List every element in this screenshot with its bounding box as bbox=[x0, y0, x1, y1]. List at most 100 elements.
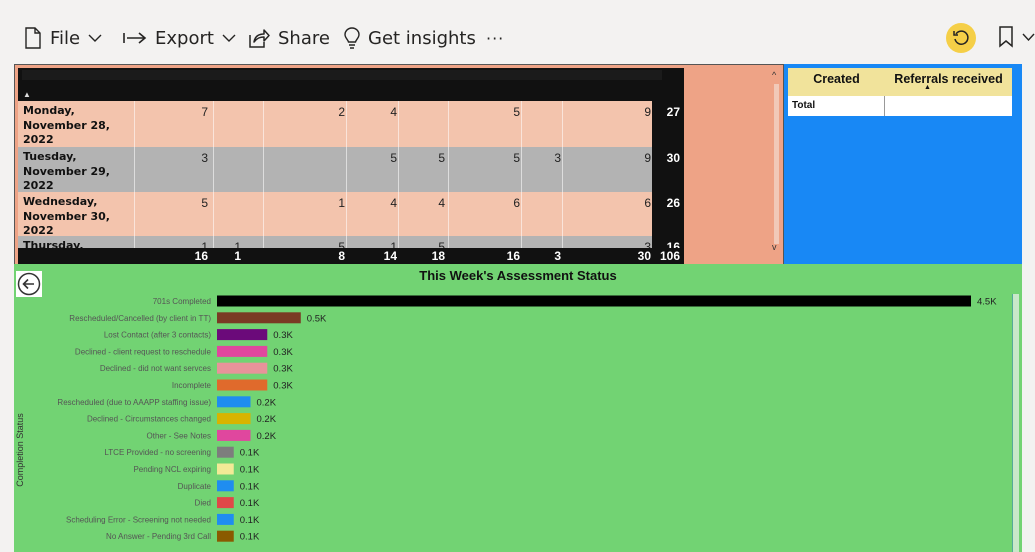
bar[interactable] bbox=[217, 513, 234, 525]
row-date: Tuesday, November 29, 2022 bbox=[23, 150, 135, 194]
bar[interactable] bbox=[217, 463, 234, 475]
scroll-track[interactable] bbox=[774, 84, 779, 244]
data-label: 0.1K bbox=[240, 532, 260, 543]
assessment-matrix[interactable]: ▲ Monday, November 28, 2022 7 2 4 5 9 27 Tuesday,… bbox=[18, 68, 684, 264]
column-total: 14 bbox=[383, 249, 397, 263]
sort-ascending-icon[interactable]: ▲ bbox=[23, 90, 31, 99]
matrix-cell: 9 bbox=[644, 151, 651, 165]
assessment-status-bar-chart[interactable]: 701s Completed 4.5K Rescheduled/Cancelled … bbox=[14, 290, 1014, 552]
get-insights-button[interactable]: Get insights bbox=[344, 22, 476, 54]
data-label: 0.1K bbox=[240, 465, 260, 476]
bar[interactable] bbox=[217, 413, 251, 425]
column-total: 8 bbox=[338, 249, 345, 263]
bar[interactable] bbox=[217, 379, 268, 391]
data-label: 0.3K bbox=[273, 347, 293, 358]
category-label: Rescheduled/Cancelled (by client in TT) bbox=[69, 314, 211, 323]
bar[interactable] bbox=[217, 329, 268, 341]
bar[interactable] bbox=[217, 429, 251, 441]
category-label: Other - See Notes bbox=[147, 431, 211, 440]
matrix-cell: 5 bbox=[438, 151, 445, 165]
matrix-cell: 9 bbox=[644, 105, 651, 119]
more-options-button[interactable]: ··· bbox=[486, 22, 504, 54]
category-label: No Answer - Pending 3rd Call bbox=[106, 532, 211, 541]
total-value bbox=[885, 96, 1012, 116]
matrix-cell: 3 bbox=[554, 151, 561, 165]
column-created[interactable]: Created bbox=[788, 68, 885, 96]
chart-title: This Week's Assessment Status bbox=[419, 268, 617, 283]
matrix-row[interactable]: Tuesday, November 29, 2022 3 5 5 5 3 9 30 bbox=[18, 147, 684, 192]
matrix-cell: 4 bbox=[390, 196, 397, 210]
data-label: 0.2K bbox=[257, 397, 277, 408]
share-button[interactable]: Share bbox=[248, 22, 330, 54]
column-total: 3 bbox=[554, 249, 561, 263]
bar[interactable] bbox=[217, 396, 251, 408]
category-label: Declined - did not want servces bbox=[100, 364, 211, 373]
chevron-down-icon bbox=[88, 34, 102, 42]
column-total: 18 bbox=[431, 249, 445, 263]
bar[interactable] bbox=[217, 295, 971, 307]
column-divider bbox=[213, 101, 214, 264]
chevron-down-icon[interactable] bbox=[1022, 33, 1035, 41]
row-date-line: November 30, bbox=[23, 209, 110, 223]
row-date-line: Monday, bbox=[23, 104, 75, 117]
chevron-down-icon bbox=[222, 34, 236, 42]
data-label: 0.1K bbox=[240, 448, 260, 459]
matrix-row[interactable]: Wednesday, November 30, 2022 5 1 4 4 6 6 26 bbox=[18, 192, 684, 239]
data-label: 0.3K bbox=[273, 381, 293, 392]
bar[interactable] bbox=[217, 362, 268, 374]
bar[interactable] bbox=[217, 446, 234, 458]
total-label: Total bbox=[788, 96, 885, 116]
category-label: Pending NCL expiring bbox=[133, 465, 211, 474]
export-menu[interactable]: Export bbox=[123, 22, 236, 54]
matrix-cell: 5 bbox=[513, 105, 520, 119]
matrix-cell: 6 bbox=[644, 196, 651, 210]
canvas-margin-right bbox=[1022, 62, 1035, 552]
bookmark-icon[interactable] bbox=[998, 26, 1014, 48]
column-divider bbox=[521, 101, 522, 264]
category-label: Incomplete bbox=[172, 381, 212, 390]
column-total: 16 bbox=[194, 249, 208, 263]
share-icon bbox=[249, 29, 270, 48]
column-referrals-received[interactable]: Referrals received ▲ bbox=[885, 68, 1012, 96]
report-toolbar: File Export Share Get insights ··· bbox=[0, 0, 1035, 62]
matrix-scrollbar[interactable]: ^ v bbox=[772, 70, 781, 256]
bar[interactable] bbox=[217, 497, 234, 509]
data-label: 0.1K bbox=[240, 498, 260, 509]
document-icon bbox=[25, 27, 41, 49]
category-label: Scheduling Error - Screening not needed bbox=[66, 515, 211, 524]
bar[interactable] bbox=[217, 312, 301, 324]
share-label: Share bbox=[278, 27, 330, 49]
grand-total: 106 bbox=[659, 249, 680, 263]
bar[interactable] bbox=[217, 480, 234, 492]
category-label: Declined - Circumstances changed bbox=[87, 415, 211, 424]
category-label: Declined - client request to reschedule bbox=[75, 347, 212, 356]
scroll-up-icon[interactable]: ^ bbox=[772, 70, 776, 80]
matrix-cell: 1 bbox=[338, 196, 345, 210]
row-total: 30 bbox=[652, 147, 684, 192]
row-date-line: Tuesday, bbox=[23, 150, 77, 163]
matrix-cell: 3 bbox=[201, 151, 208, 165]
table-total-row: Total bbox=[788, 96, 1012, 116]
column-divider bbox=[448, 101, 449, 264]
matrix-cell: 2 bbox=[338, 105, 345, 119]
matrix-cell: 4 bbox=[438, 196, 445, 210]
reset-button[interactable] bbox=[946, 23, 976, 53]
column-divider bbox=[346, 101, 347, 264]
row-date: Wednesday, November 30, 2022 bbox=[23, 195, 135, 239]
column-divider bbox=[134, 101, 135, 264]
category-label: Rescheduled (due to AAAPP staffing issue… bbox=[57, 398, 211, 407]
lightbulb-icon bbox=[344, 27, 360, 49]
matrix-header[interactable]: ▲ bbox=[18, 68, 684, 101]
matrix-row[interactable]: Monday, November 28, 2022 7 2 4 5 9 27 bbox=[18, 101, 684, 147]
file-menu[interactable]: File bbox=[24, 22, 102, 54]
matrix-cell: 5 bbox=[390, 151, 397, 165]
bar[interactable] bbox=[217, 345, 268, 357]
data-label: 0.2K bbox=[257, 431, 277, 442]
bar[interactable] bbox=[217, 530, 234, 542]
canvas-margin bbox=[0, 62, 14, 552]
category-label: Lost Contact (after 3 contacts) bbox=[104, 331, 211, 340]
chart-scrollbar[interactable] bbox=[1012, 294, 1019, 552]
scroll-down-icon[interactable]: v bbox=[772, 242, 777, 252]
matrix-cell: 7 bbox=[201, 105, 208, 119]
table-header: Created Referrals received ▲ bbox=[788, 68, 1012, 96]
